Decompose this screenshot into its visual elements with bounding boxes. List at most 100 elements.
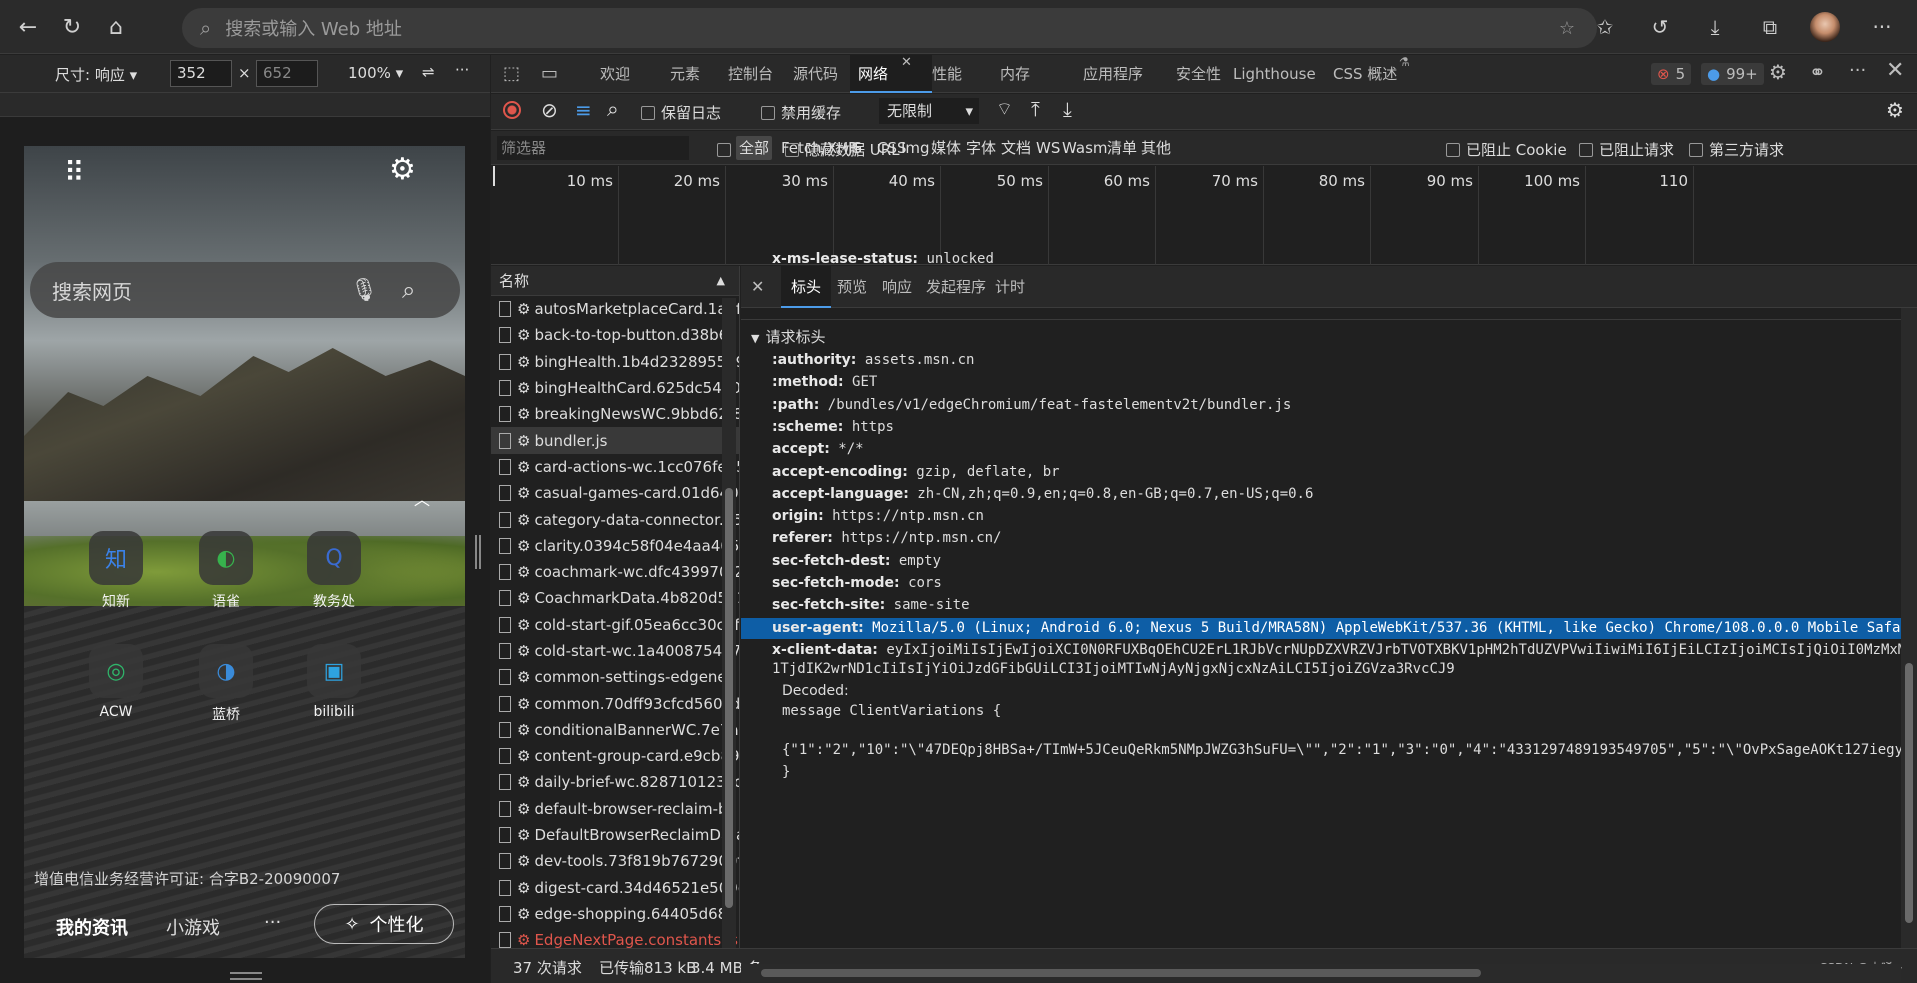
network-settings-icon[interactable]: ⚙ — [1886, 98, 1904, 122]
rotate-icon[interactable]: ⇌ — [422, 63, 435, 81]
personalize-button[interactable]: ✧ 个性化 — [314, 904, 454, 944]
blocked-cookies-checkbox[interactable]: 已阻止 Cookie — [1446, 139, 1567, 160]
app-shortcut[interactable]: Q 教务处 — [294, 531, 374, 611]
filter-type-5[interactable]: 媒体 — [928, 136, 964, 160]
table-row[interactable]: ⚙ clarity.0394c58f04e4aa4058 — [491, 533, 739, 559]
timeline-overview[interactable]: 10 ms 20 ms 30 ms 40 ms 50 ms 60 ms 70 ms 80 ms… — [491, 166, 1917, 265]
tab-2[interactable]: 控制台 — [724, 55, 777, 93]
detail-tab-0[interactable]: 标头 — [781, 266, 832, 308]
table-row[interactable]: ⚙ digest-card.34d46521e509c — [491, 875, 739, 901]
address-bar[interactable]: ⌕ 搜索或输入 Web 地址 ☆ — [182, 8, 1597, 48]
request-header-row[interactable]: sec-fetch-mode: cors — [772, 573, 942, 594]
phone-search-icon[interactable]: ⌕ — [402, 276, 415, 304]
throttle-select[interactable]: 无限制 ▾ — [879, 98, 979, 124]
downloads-icon[interactable]: ⤓ — [1695, 8, 1735, 46]
customize-icon[interactable]: ⚭ — [1809, 60, 1826, 84]
table-row[interactable]: ⚙ EdgeNextPage.constants.js — [491, 927, 739, 948]
back-icon[interactable]: ← — [8, 8, 48, 46]
record-icon[interactable] — [503, 101, 521, 119]
message-count-badge[interactable]: ● 99+ — [1701, 63, 1764, 85]
table-row[interactable]: ⚙ cold-start-wc.1a400875457 — [491, 638, 739, 664]
device-size-select[interactable]: 尺寸: 响应 ▾ — [55, 64, 137, 85]
tab-0[interactable]: 欢迎 — [596, 55, 634, 93]
app-shortcut[interactable]: ▣ bilibili — [294, 644, 374, 720]
name-column-header[interactable]: 名称 ▲ — [491, 266, 739, 296]
third-party-checkbox[interactable]: 第三方请求 — [1689, 139, 1784, 160]
home-icon[interactable]: ⌂ — [96, 8, 136, 46]
export-har-icon[interactable]: ⤓ — [1063, 97, 1072, 121]
request-header-row[interactable]: :authority: assets.msn.cn — [772, 350, 974, 371]
scrollbar-thumb[interactable] — [1905, 663, 1913, 923]
disable-cache-checkbox[interactable]: 禁用缓存 — [761, 102, 841, 123]
table-row[interactable]: ⚙ bundler.js — [491, 427, 739, 454]
devtools-more-icon[interactable]: ··· — [1849, 60, 1866, 81]
table-row[interactable]: ⚙ bingHealth.1b4d232895529 — [491, 349, 739, 375]
request-header-row[interactable]: :scheme: https — [772, 417, 894, 438]
request-header-row[interactable]: sec-fetch-dest: empty — [772, 551, 941, 572]
filter-type-2[interactable]: JS — [845, 136, 865, 160]
devtools-settings-icon[interactable]: ⚙ — [1769, 60, 1787, 84]
filter-type-11[interactable]: 其他 — [1138, 136, 1174, 160]
request-header-row[interactable]: accept-language: zh-CN,zh;q=0.9,en;q=0.8… — [772, 484, 1313, 505]
request-header-row[interactable]: user-agent: Mozilla/5.0 (Linux; Android … — [741, 617, 1901, 639]
inspect-element-icon[interactable]: ⬚ — [503, 63, 520, 84]
tab-7[interactable]: 应用程序 — [1079, 55, 1147, 93]
request-header-row[interactable]: x-client-data: eyIxIjoiMiIsIjEwIjoiXCI0N… — [772, 640, 1901, 661]
filter-type-7[interactable]: 文档 — [998, 136, 1034, 160]
device-height-input[interactable]: 652 — [256, 60, 318, 87]
app-shortcut[interactable]: 知知新 — [76, 531, 156, 611]
tab-1[interactable]: 元素 — [666, 55, 704, 93]
request-list-scrollbar[interactable] — [722, 298, 736, 948]
app-shortcut[interactable]: ◑ 蓝桥 — [186, 644, 266, 724]
table-row[interactable]: ⚙ DefaultBrowserReclaimData — [491, 822, 739, 848]
refresh-icon[interactable]: ↻ — [52, 8, 92, 46]
tab-8[interactable]: 安全性 — [1172, 55, 1225, 93]
table-row[interactable]: ⚙ back-to-top-button.d38b6c — [491, 322, 739, 348]
table-row[interactable]: ⚙ conditionalBannerWC.7e7a — [491, 717, 739, 743]
table-row[interactable]: ⚙ casual-games-card.01d640. — [491, 480, 739, 506]
scrollbar-thumb[interactable] — [761, 969, 1481, 977]
table-row[interactable]: ⚙ cold-start-gif.05ea6cc30c2f — [491, 612, 739, 638]
add-favorite-icon[interactable]: ☆ — [1559, 18, 1575, 39]
table-row[interactable]: ⚙ common.70dff93cfcd560cd — [491, 690, 739, 716]
blocked-requests-checkbox[interactable]: 已阻止请求 — [1579, 139, 1674, 160]
request-header-row[interactable]: :method: GET — [772, 372, 877, 393]
close-detail-icon[interactable]: ✕ — [751, 277, 764, 296]
resize-handle[interactable] — [475, 535, 481, 569]
clear-icon[interactable]: ⊘ — [541, 98, 558, 122]
extensions-icon[interactable]: ⧉ — [1750, 8, 1790, 46]
detail-tab-4[interactable]: 计时 — [985, 266, 1035, 308]
table-row[interactable]: ⚙ content-group-card.e9cb89 — [491, 743, 739, 769]
close-tab-icon[interactable]: ✕ — [901, 55, 912, 70]
microphone-icon[interactable]: 🎙 — [350, 278, 378, 303]
apps-grid-icon[interactable]: ⠿ — [64, 156, 85, 189]
table-row[interactable]: ⚙ CoachmarkData.4b820d591 — [491, 585, 739, 611]
request-header-row[interactable]: origin: https://ntp.msn.cn — [772, 506, 984, 527]
table-row[interactable]: ⚙ daily-brief-wc.828710123cc — [491, 769, 739, 795]
network-search-icon[interactable]: ⌕ — [607, 97, 619, 122]
import-har-icon[interactable]: ⤒ — [1031, 97, 1040, 121]
table-row[interactable]: ⚙ card-actions-wc.1cc076fed5 — [491, 454, 739, 480]
tab-3[interactable]: 源代码 — [789, 55, 842, 93]
filter-icon[interactable]: ≡ — [575, 98, 592, 122]
table-row[interactable]: ⚙ edge-shopping.64405d68d — [491, 901, 739, 927]
table-row[interactable]: ⚙ bingHealthCard.625dc5460 — [491, 375, 739, 401]
preserve-log-checkbox[interactable]: 保留日志 — [641, 102, 721, 123]
tab-6[interactable]: 内存 — [996, 55, 1034, 93]
bottom-more-icon[interactable]: ··· — [264, 912, 281, 933]
history-icon[interactable]: ↺ — [1640, 8, 1680, 46]
filter-type-10[interactable]: 清单 — [1104, 136, 1140, 160]
tab-9[interactable]: Lighthouse — [1229, 55, 1320, 93]
bottom-resize-handle[interactable] — [230, 972, 262, 980]
more-icon[interactable]: ··· — [1862, 8, 1902, 46]
mini-games-tab[interactable]: 小游戏 — [166, 914, 220, 940]
request-headers-section[interactable]: ▼ 请求标头 — [751, 326, 825, 347]
error-count-badge[interactable]: ⊗ 5 — [1651, 63, 1692, 85]
request-header-row[interactable]: referer: https://ntp.msn.cn/ — [772, 528, 1001, 549]
filter-type-6[interactable]: 字体 — [963, 136, 999, 160]
close-devtools-icon[interactable]: ✕ — [1886, 58, 1904, 83]
request-header-row[interactable]: sec-fetch-site: same-site — [772, 595, 970, 616]
tab-5[interactable]: 性能 — [928, 55, 966, 93]
zoom-select[interactable]: 100% ▾ — [348, 64, 403, 82]
table-row[interactable]: ⚙ category-data-connector.65 — [491, 506, 739, 532]
